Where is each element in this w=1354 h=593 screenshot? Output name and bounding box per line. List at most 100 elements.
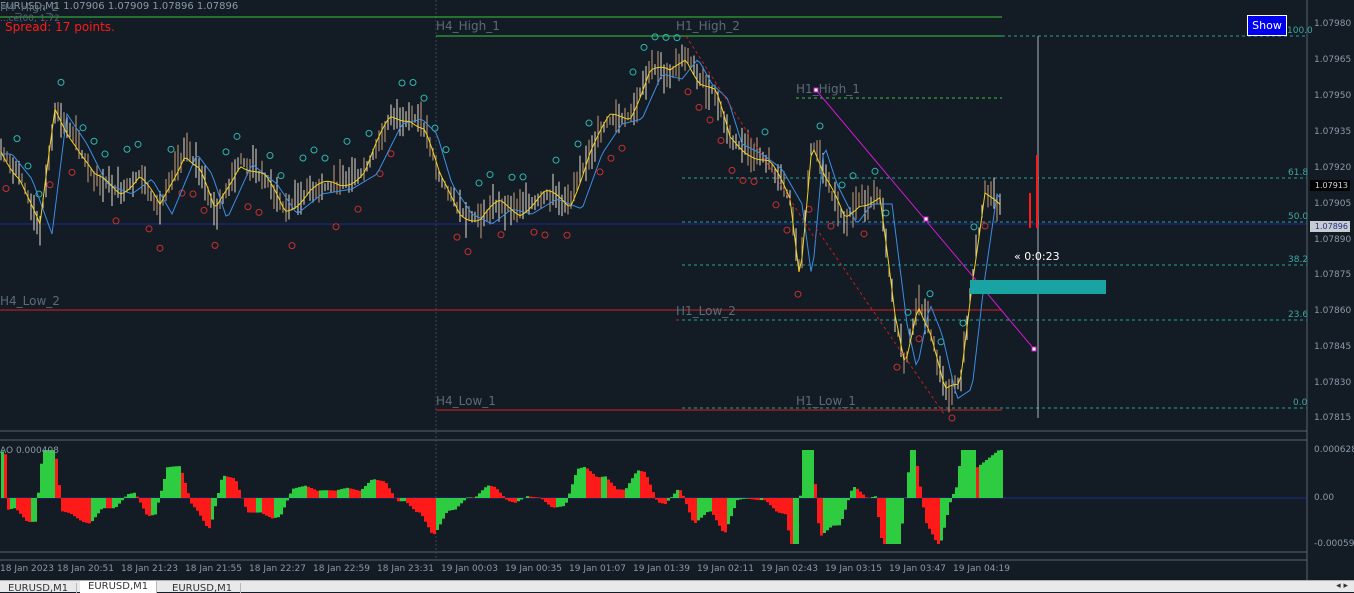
ao-bar [754, 498, 757, 500]
ao-bar [469, 497, 472, 498]
ao-bar [529, 497, 532, 498]
ao-bar [40, 464, 43, 498]
ao-bar [79, 498, 82, 520]
fractal-down-marker [718, 137, 724, 143]
fractal-down-marker [608, 155, 614, 161]
ao-bar [217, 493, 220, 498]
fractal-up-marker [344, 138, 350, 144]
ao-bar [499, 493, 502, 498]
ao-bar [613, 486, 616, 498]
ao-bar [943, 498, 946, 528]
ao-bar [178, 466, 181, 498]
ao-bar [250, 498, 253, 513]
ao-bar [133, 493, 136, 498]
ao-bar [283, 498, 286, 507]
ao-bar [157, 498, 160, 503]
fractal-up-marker [630, 69, 636, 75]
ao-bar [790, 498, 793, 544]
ao-bar [88, 498, 91, 523]
ao-bar [100, 498, 103, 509]
ao-bar [919, 487, 922, 498]
ao-bar [376, 480, 379, 498]
ao-bar [313, 489, 316, 498]
ao-bar [805, 450, 808, 498]
ao-bar [607, 479, 610, 498]
fractal-down-marker [256, 209, 262, 215]
show-button[interactable]: Show [1247, 15, 1287, 36]
ao-bar [154, 498, 157, 514]
tab-scroll-arrows-icon[interactable]: ◂ ▸ [1336, 581, 1348, 591]
trend-line-handle-mid[interactable] [924, 217, 928, 221]
ao-bar [481, 490, 484, 498]
ao-bar [895, 498, 898, 544]
ao-bar [775, 498, 778, 511]
ao-bar [817, 498, 820, 523]
ao-bar [715, 498, 718, 520]
fractal-up-marker [553, 157, 559, 163]
fractal-up-marker [58, 79, 64, 85]
fractal-up-marker [443, 147, 449, 153]
ao-bar [910, 450, 913, 498]
ao-bar [850, 491, 853, 498]
fractal-up-marker [872, 168, 878, 174]
ao-bar [385, 483, 388, 498]
current-price-tag: 1.07913 [1310, 180, 1350, 191]
ao-bar [712, 498, 715, 515]
ao-bar [601, 477, 604, 498]
ao-bar [724, 498, 727, 532]
ao-bar [973, 450, 976, 498]
time-label: 18 Jan 22:59 [313, 564, 370, 574]
ao-bar [289, 494, 292, 498]
fractal-up-marker [520, 174, 526, 180]
chart-tab[interactable]: EURUSD,M1 [0, 583, 77, 593]
ao-bar [502, 496, 505, 498]
ao-bar [901, 498, 904, 524]
fractal-up-marker [267, 153, 273, 159]
ao-bar [574, 475, 577, 498]
ao-bar [256, 498, 259, 513]
price-chart-canvas[interactable] [0, 0, 1354, 591]
ao-bar [196, 498, 199, 511]
ao-bar [319, 490, 322, 498]
ao-bar [796, 498, 799, 544]
slow-moving-average-line [1, 60, 1000, 398]
ao-bar [421, 498, 424, 516]
ao-bar [214, 498, 217, 506]
price-label: 1.07950 [1314, 91, 1351, 101]
price-label: 1.07875 [1314, 270, 1351, 280]
ao-bar [355, 490, 358, 498]
ao-bar [310, 488, 313, 498]
fractal-up-marker [91, 138, 97, 144]
ao-bar [382, 481, 385, 498]
ao-bar [466, 497, 469, 498]
ao-bar [871, 497, 874, 498]
ao-bar [997, 450, 1000, 498]
time-label: 19 Jan 01:07 [569, 564, 626, 574]
ao-bar [721, 498, 724, 531]
chart-tab[interactable]: EURUSD,M1 [164, 583, 241, 593]
ao-bar [979, 465, 982, 498]
ao-bar [136, 497, 139, 498]
trend-line-handle-end[interactable] [1032, 347, 1036, 351]
ao-bar [736, 498, 739, 500]
ao-bar [853, 487, 856, 498]
ao-bar [25, 498, 28, 521]
chart-tab-active[interactable]: EURUSD,M1 [80, 581, 157, 593]
bar-countdown-label: « 0:0:23 [1014, 250, 1060, 263]
time-label: 19 Jan 02:11 [697, 564, 754, 574]
ao-bar [697, 498, 700, 520]
ao-bar [85, 498, 88, 523]
ao-bar [151, 498, 154, 515]
ao-bar [958, 466, 961, 498]
ao-bar [379, 481, 382, 498]
h4-high-2-label: H4_High_2 [0, 1, 59, 14]
ao-bar [73, 498, 76, 516]
ao-bar [286, 498, 289, 500]
ao-bar [361, 489, 364, 498]
fractal-up-marker [476, 180, 482, 186]
ao-bar [142, 498, 145, 509]
ao-bar [64, 498, 67, 512]
fractal-up-marker [971, 224, 977, 230]
ao-bar [742, 498, 745, 499]
ao-bar [103, 498, 106, 508]
